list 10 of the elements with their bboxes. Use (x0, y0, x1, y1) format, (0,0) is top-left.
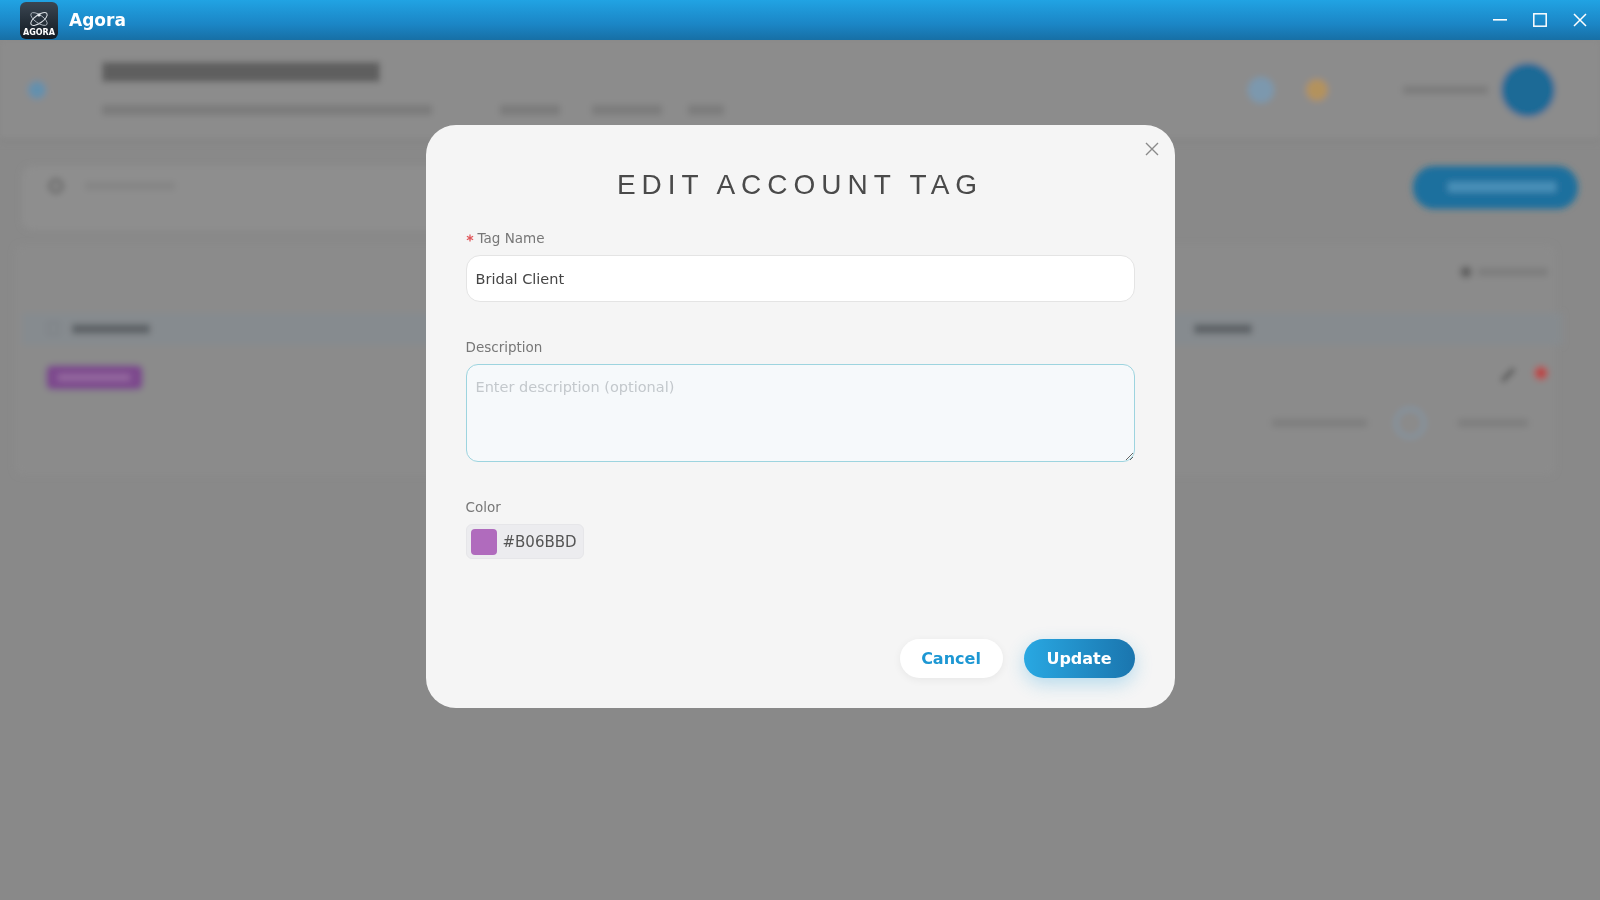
window-title: Agora (69, 10, 126, 30)
field-label: Color (465, 498, 501, 516)
close-icon (1573, 13, 1587, 27)
minimize-icon (1493, 19, 1507, 21)
cancel-button[interactable]: Cancel (899, 639, 1003, 678)
maximize-icon (1533, 13, 1547, 27)
orbit-icon (27, 10, 51, 27)
logo-wordmark: AGORA (23, 27, 55, 37)
color-picker[interactable]: #B06BBD (465, 524, 584, 559)
submit-button[interactable]: Update (1023, 639, 1135, 678)
